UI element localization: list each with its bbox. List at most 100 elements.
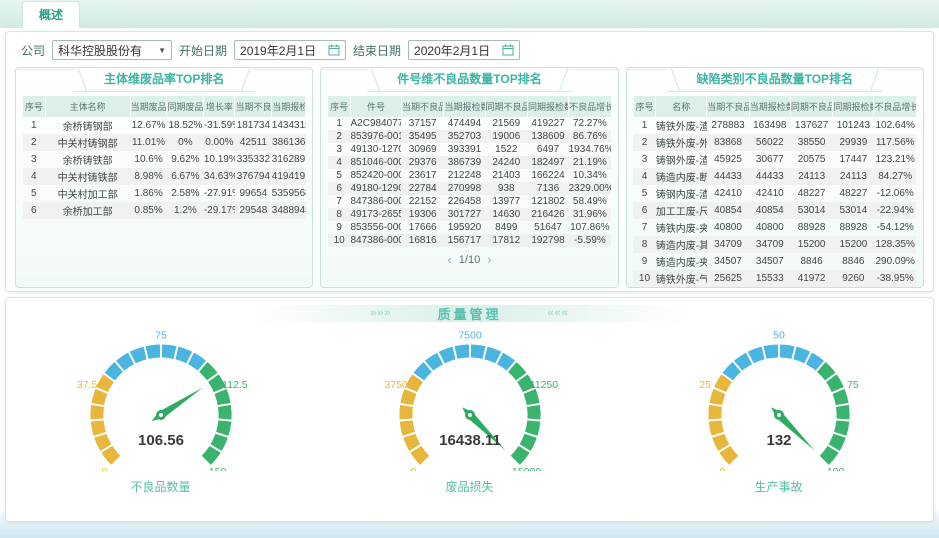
table-cell: 7136 (528, 182, 569, 195)
table-cell: 49173-26557 (350, 208, 401, 221)
table-cell: 3 (23, 151, 46, 168)
table-cell: 37157 (401, 117, 443, 130)
svg-text:7500: 7500 (458, 331, 482, 342)
panel-banner: 主体维废品率TOP排名 (16, 68, 312, 92)
panel-banner: 件号维不良品数量TOP排名 (321, 68, 617, 92)
table-row: 7铸铁内废-夹渣砂40800408008892888928-54.12% (633, 219, 916, 236)
quality-management-card: »»» 质量管理 ««« 037.575112.5150106.56 不良品数量… (5, 297, 934, 522)
column-header: 当期报检数 (749, 96, 790, 117)
svg-text:0: 0 (101, 466, 107, 471)
table-cell: 10.6% (130, 151, 167, 168)
table-cell: 6 (633, 202, 656, 219)
svg-text:37.5: 37.5 (76, 379, 97, 391)
table-cell: 137627 (790, 117, 832, 134)
table-row: 10847386-00041681615671717812192798-5.59… (328, 234, 611, 247)
table-cell: 1.86% (130, 185, 167, 202)
table-cell: 53014 (833, 202, 874, 219)
company-select-value: 科华控股股份有 (58, 42, 142, 59)
end-date-input[interactable]: 2020年2月1日 (408, 40, 520, 60)
calendar-icon[interactable] (502, 44, 514, 56)
next-page-button[interactable]: › (487, 253, 491, 266)
table-cell: 铸造内废-断偏芯 (656, 168, 707, 185)
panel-banner: 缺陷类别不良品数量TOP排名 (627, 68, 923, 92)
table-cell: 44433 (749, 168, 790, 185)
table-cell: 1934.76% (569, 143, 612, 156)
table-cell: 195920 (444, 221, 485, 234)
table-cell: 290.09% (874, 253, 917, 270)
table-cell: 42410 (707, 185, 749, 202)
company-select[interactable]: 科华控股股份有 ▼ (52, 40, 172, 60)
table-cell: 376794 (235, 168, 272, 185)
table-cell: 847386-0004 (350, 234, 401, 247)
table-cell: 853556-0001 (350, 221, 401, 234)
table-cell: 42410 (749, 185, 790, 202)
column-header: 不良品增长率 (874, 96, 917, 117)
table-cell: 2 (23, 134, 46, 151)
table-cell: 51647 (528, 221, 569, 234)
panel-part-defects: 件号维不良品数量TOP排名 序号件号当期不良品数当期报检数同期不良品数同期报检数… (320, 67, 618, 288)
table-row: 6余桥加工部0.85%1.2%-29.17%295483488945 (23, 202, 306, 219)
table-cell: 107.86% (569, 221, 612, 234)
panel-title: 主体维废品率TOP排名 (74, 68, 254, 92)
table-cell: 49180-12900 (350, 182, 401, 195)
table-cell: 29548 (235, 202, 272, 219)
table-cell: 128.35% (874, 236, 917, 253)
start-date-input[interactable]: 2019年2月1日 (234, 40, 346, 60)
table-cell: 10.34% (569, 169, 612, 182)
table-cell: 1.2% (167, 202, 204, 219)
gauge-label: 生产事故 (624, 478, 933, 495)
panel-title: 件号维不良品数量TOP排名 (367, 68, 571, 92)
ranking-panels: 主体维废品率TOP排名 序号主体名称当期废品率同期废品率增长率当期不良品数当期报… (15, 67, 924, 288)
table-row: 3余桥铸铁部10.6%9.62%10.19%3353323162897 (23, 151, 306, 168)
gauge-defective-quantity: 037.575112.5150106.56 不良品数量 (6, 331, 315, 495)
company-label: 公司 (21, 42, 45, 59)
table-cell: 8499 (485, 221, 527, 234)
chevron-down-icon: ▼ (158, 46, 166, 55)
table-cell: A2C98407701 (350, 117, 401, 130)
gauge-scrap-loss: 037507500112501500016438.11 废品损失 (315, 331, 624, 495)
prev-page-button[interactable]: ‹ (447, 253, 451, 266)
table-cell: 铸铁外废-外观缺陷 (656, 134, 707, 151)
table-cell: 40800 (707, 219, 749, 236)
table-row: 4851046-0004293763867392424018249721.19% (328, 156, 611, 169)
table-cell: 393391 (444, 143, 485, 156)
calendar-icon[interactable] (328, 44, 340, 56)
part-defects-table: 序号件号当期不良品数当期报检数同期不良品数同期报检数不良品增长率 1A2C984… (327, 96, 611, 247)
table-row: 7847386-0003221522264581397712180258.49% (328, 195, 611, 208)
table-cell: 6.67% (167, 168, 204, 185)
tab-overview[interactable]: 概述 (22, 1, 80, 28)
column-header: 当期报检数 (444, 96, 485, 117)
table-header-row: 序号主体名称当期废品率同期废品率增长率当期不良品数当期报检数 (23, 96, 306, 117)
table-cell: 24113 (833, 168, 874, 185)
table-cell: 44433 (707, 168, 749, 185)
table-row: 649180-129002278427099893871362329.00% (328, 182, 611, 195)
table-cell: 19306 (401, 208, 443, 221)
table-cell: 17447 (833, 151, 874, 168)
column-header: 名称 (656, 96, 707, 117)
table-cell: 88928 (790, 219, 832, 236)
table-cell: 38550 (790, 134, 832, 151)
table-cell: 2 (633, 134, 656, 151)
table-row: 349130-1270030969393391152264971934.76% (328, 143, 611, 156)
table-cell: 88928 (833, 219, 874, 236)
table-cell: -5.59% (569, 234, 612, 247)
table-cell: 4194191 (272, 168, 306, 185)
table-cell: 852420-0002 (350, 169, 401, 182)
table-row: 5铸钢内废-渣孔42410424104822748227-12.06% (633, 185, 916, 202)
svg-text:3750: 3750 (384, 379, 408, 391)
table-cell: 10 (633, 270, 656, 287)
table-cell: 19006 (485, 130, 527, 143)
defect-category-table: 序号名称当期不良品数当期报检数同期不良品数同期报检数不良品增长率 1铸铁外废-渣… (633, 96, 917, 287)
table-cell: 10 (328, 234, 351, 247)
table-cell: 8846 (790, 253, 832, 270)
table-cell: 34.63% (204, 168, 235, 185)
subject-scrap-rate-table: 序号主体名称当期废品率同期废品率增长率当期不良品数当期报检数 1余桥铸钢部12.… (22, 96, 306, 219)
table-cell: -38.95% (874, 270, 917, 287)
table-cell: 9260 (833, 270, 874, 287)
column-header: 序号 (633, 96, 656, 117)
table-cell: 386739 (444, 156, 485, 169)
table-cell: 23617 (401, 169, 443, 182)
quality-section-header: »»» 质量管理 ««« (6, 304, 933, 322)
table-cell: 40800 (749, 219, 790, 236)
gauges-row: 037.575112.5150106.56 不良品数量 037507500112… (6, 331, 933, 495)
